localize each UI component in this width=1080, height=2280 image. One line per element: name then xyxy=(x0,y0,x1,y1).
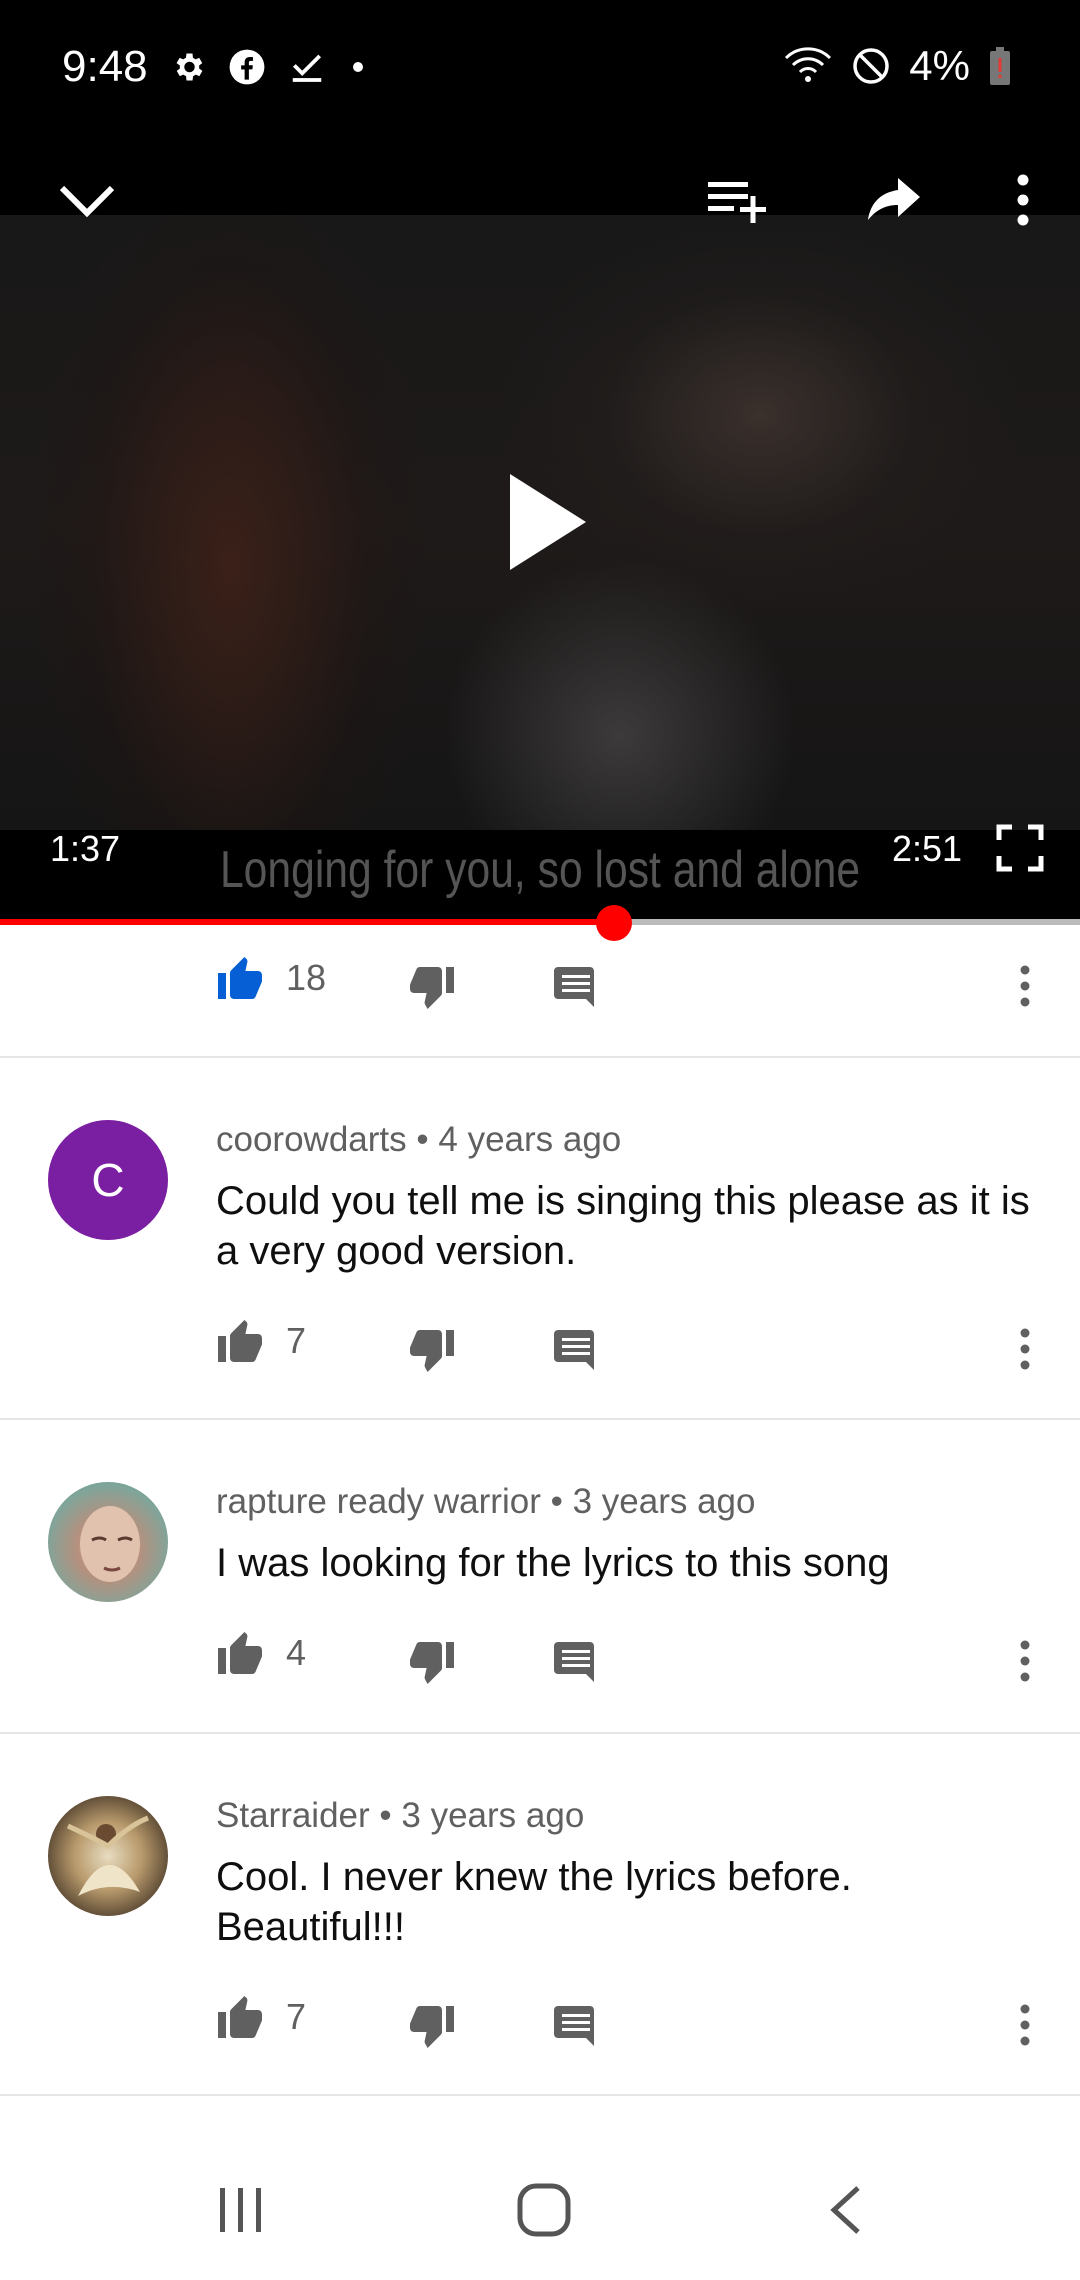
share-icon[interactable] xyxy=(864,172,924,228)
like-count: 18 xyxy=(286,957,327,998)
thumbs-down-icon[interactable] xyxy=(408,2004,456,2050)
avatar-dancer-image xyxy=(66,1815,149,1896)
battery-percent: 4% xyxy=(909,42,970,89)
player-top-bar xyxy=(0,140,1080,260)
thumbs-up-icon xyxy=(218,1632,262,1674)
meta-separator: • xyxy=(550,1482,563,1521)
do-not-disturb-icon xyxy=(853,48,890,84)
like-count: 7 xyxy=(286,1996,307,2037)
status-time: 9:48 xyxy=(62,42,148,91)
like-button[interactable]: 7 xyxy=(216,1318,306,1364)
add-to-queue-icon[interactable] xyxy=(704,174,770,230)
total-time: 2:51 xyxy=(892,828,963,869)
comment-text: Cool. I never knew the lyrics before. Be… xyxy=(216,1855,852,1949)
like-button[interactable]: 4 xyxy=(216,1630,306,1676)
avatar[interactable] xyxy=(48,1796,168,1916)
comment-text: I was looking for the lyrics to this son… xyxy=(216,1541,890,1585)
comment-menu-icon[interactable] xyxy=(1012,1326,1038,1372)
like-button[interactable]: 18 xyxy=(216,955,326,1001)
notification-dot-icon xyxy=(353,62,363,72)
checkmark-icon xyxy=(292,54,322,82)
comment-author[interactable]: Starraider xyxy=(216,1796,370,1835)
like-count: 7 xyxy=(286,1320,307,1361)
reply-icon[interactable] xyxy=(554,967,598,1007)
progress-bar[interactable] xyxy=(0,919,1080,925)
avatar-face-image xyxy=(80,1506,140,1582)
like-button[interactable]: 7 xyxy=(216,1994,306,2040)
home-icon[interactable] xyxy=(516,2182,572,2238)
comment-age: 3 years ago xyxy=(572,1482,756,1521)
comment-menu-icon[interactable] xyxy=(1012,963,1038,1009)
comment-age: 4 years ago xyxy=(438,1120,622,1159)
divider xyxy=(0,2094,1080,2096)
comment-actions: 4 xyxy=(0,1620,1080,1700)
comment-text: Could you tell me is singing this please… xyxy=(216,1179,1030,1273)
more-options-icon[interactable] xyxy=(1008,170,1038,230)
settings-icon xyxy=(176,53,203,81)
thumbs-down-icon[interactable] xyxy=(408,1328,456,1374)
comment-item: Starraider • 3 years ago Cool. I never k… xyxy=(0,1734,1080,2094)
battery-low-icon xyxy=(990,47,1010,85)
fullscreen-icon[interactable] xyxy=(996,824,1044,872)
collapse-chevron-icon[interactable] xyxy=(52,170,122,230)
meta-separator: • xyxy=(379,1796,392,1835)
back-icon[interactable] xyxy=(826,2184,866,2236)
comment-age: 3 years ago xyxy=(401,1796,585,1835)
wifi-icon xyxy=(785,47,832,82)
progress-scrubber[interactable] xyxy=(596,905,632,941)
recent-apps-icon[interactable] xyxy=(216,2184,266,2236)
thumbs-up-filled-icon xyxy=(218,957,262,999)
reply-icon[interactable] xyxy=(554,2006,598,2046)
comment-actions: 7 xyxy=(0,1308,1080,1388)
comment-author[interactable]: rapture ready warrior xyxy=(216,1482,541,1521)
comment-actions: 7 xyxy=(0,1984,1080,2064)
comment-item: C coorowdarts • 4 years ago Could you te… xyxy=(0,1058,1080,1418)
avatar[interactable] xyxy=(48,1482,168,1602)
video-subtitle: Longing for you, so lost and alone xyxy=(219,841,861,899)
thumbs-up-icon xyxy=(218,1996,262,2038)
system-nav-bar xyxy=(0,2140,1080,2280)
reply-icon[interactable] xyxy=(554,1330,598,1370)
comment-actions: 18 xyxy=(0,945,1080,1025)
like-count: 4 xyxy=(286,1632,307,1673)
comment-author[interactable]: coorowdarts xyxy=(216,1120,407,1159)
comment-menu-icon[interactable] xyxy=(1012,1638,1038,1684)
video-player[interactable]: Longing for you, so lost and alone 1:37 … xyxy=(0,140,1080,920)
thumbs-down-icon[interactable] xyxy=(408,965,456,1011)
avatar-letter: C xyxy=(91,1154,125,1206)
thumbs-down-icon[interactable] xyxy=(408,1640,456,1686)
facebook-icon xyxy=(229,49,265,85)
current-time: 1:37 xyxy=(50,828,121,869)
reply-icon[interactable] xyxy=(554,1642,598,1682)
avatar[interactable]: C xyxy=(48,1120,168,1240)
thumbs-up-icon xyxy=(218,1320,262,1362)
play-icon[interactable] xyxy=(506,470,590,574)
progress-fill xyxy=(0,919,615,925)
comment-item: rapture ready warrior • 3 years ago I wa… xyxy=(0,1420,1080,1732)
meta-separator: • xyxy=(416,1120,429,1159)
status-bar: 9:48 4% xyxy=(0,0,1080,140)
comment-menu-icon[interactable] xyxy=(1012,2002,1038,2048)
